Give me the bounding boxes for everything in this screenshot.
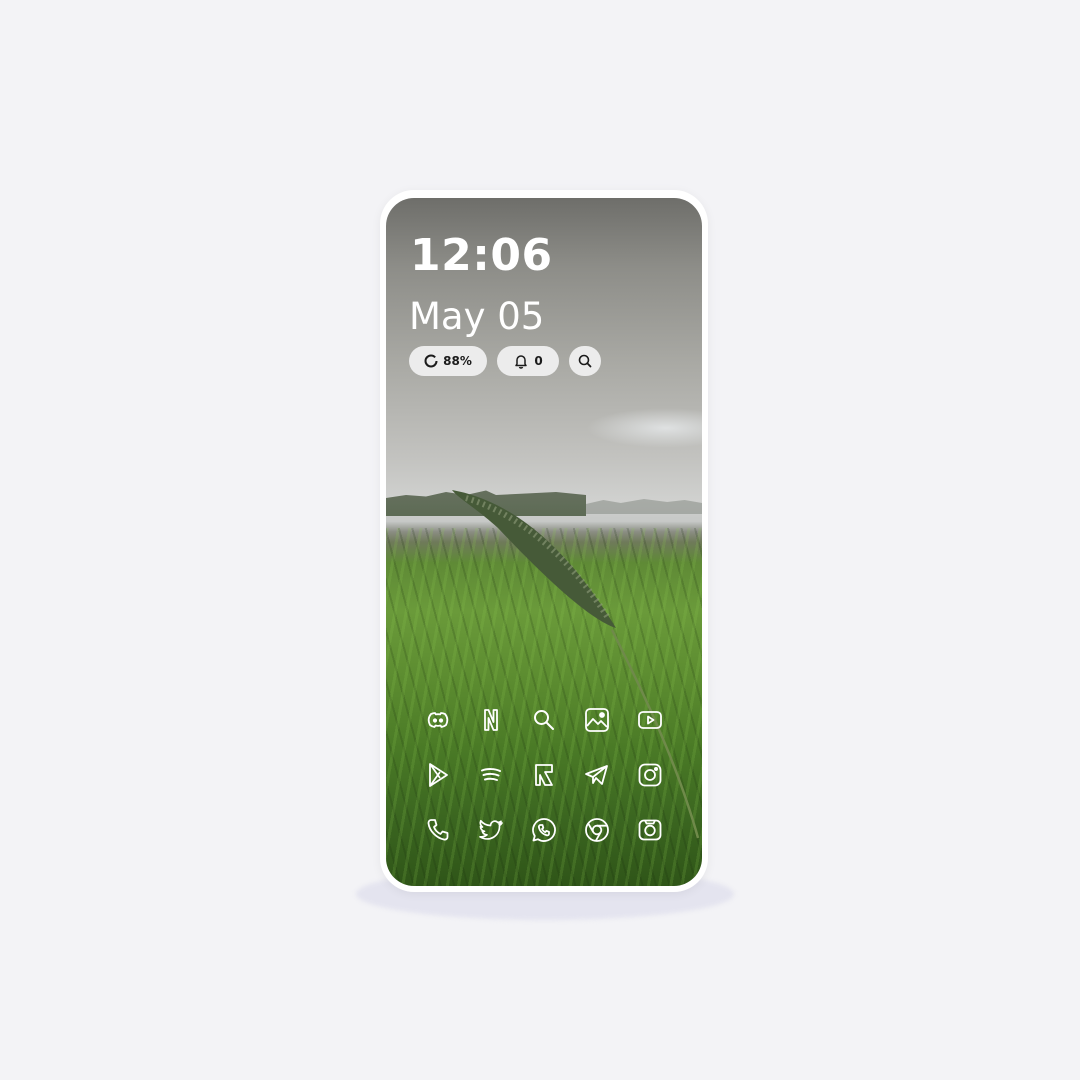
app-spotify[interactable] xyxy=(474,758,508,792)
battery-chip[interactable]: 88% xyxy=(409,346,487,376)
bell-icon xyxy=(515,355,528,369)
app-netflix[interactable] xyxy=(474,703,508,737)
app-telegram[interactable] xyxy=(580,758,614,792)
app-chrome[interactable] xyxy=(580,813,614,847)
app-whatsapp[interactable] xyxy=(527,813,561,847)
discord-icon xyxy=(427,712,449,728)
notifications-chip[interactable]: 0 xyxy=(497,346,559,376)
lockscreen-wallpaper: 12:06 May 05 88% 0 xyxy=(386,198,702,886)
telegram-icon xyxy=(585,765,608,785)
camera-icon xyxy=(638,819,662,841)
reddit-icon xyxy=(535,764,553,786)
search-app-icon xyxy=(534,710,554,730)
search-chip[interactable] xyxy=(569,346,601,376)
search-icon xyxy=(578,354,592,368)
app-phone[interactable] xyxy=(421,813,455,847)
app-camera[interactable] xyxy=(633,813,667,847)
battery-ring-icon xyxy=(424,354,438,368)
app-search[interactable] xyxy=(527,703,561,737)
youtube-icon xyxy=(638,711,662,729)
battery-percent: 88% xyxy=(443,354,472,368)
spotify-icon xyxy=(481,768,501,781)
app-youtube[interactable] xyxy=(633,703,667,737)
date-label: May 05 xyxy=(409,295,545,338)
app-reddit[interactable] xyxy=(527,758,561,792)
app-twitter[interactable] xyxy=(474,813,508,847)
app-instagram[interactable] xyxy=(633,758,667,792)
phone-icon xyxy=(427,819,449,841)
app-gallery[interactable] xyxy=(580,703,614,737)
phone-frame: 12:06 May 05 88% 0 xyxy=(380,190,708,892)
notifications-count: 0 xyxy=(534,354,543,368)
app-discord[interactable] xyxy=(421,703,455,737)
twitter-icon xyxy=(479,819,503,840)
app-play-store[interactable] xyxy=(421,758,455,792)
gallery-icon xyxy=(585,708,609,732)
chrome-icon xyxy=(585,818,609,842)
play-store-icon xyxy=(429,763,448,787)
clock-time: 12:06 xyxy=(410,230,553,281)
netflix-icon xyxy=(484,709,498,731)
instagram-icon xyxy=(638,763,662,787)
whatsapp-icon xyxy=(532,818,556,842)
